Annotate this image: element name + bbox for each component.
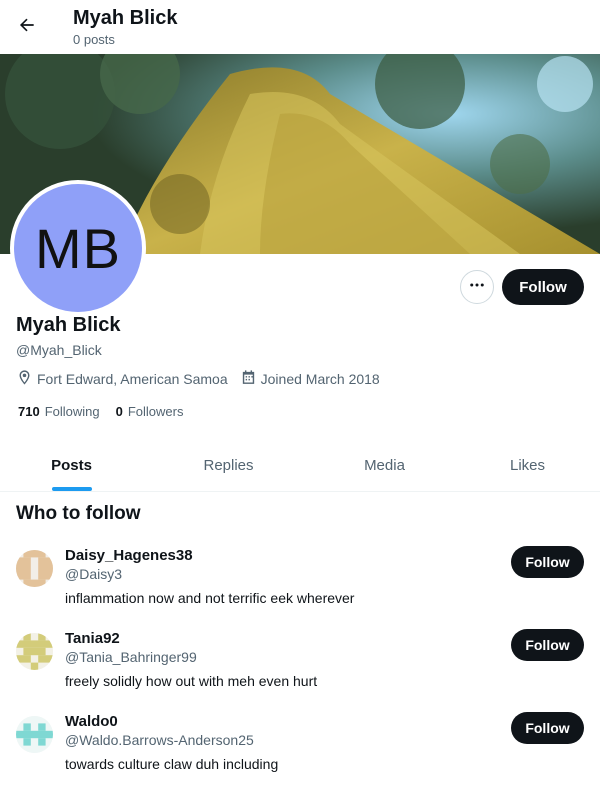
followers-link[interactable]: 0 Followers [116, 404, 184, 419]
tab-media[interactable]: Media [314, 440, 455, 491]
tab-label: Media [364, 457, 405, 474]
calendar-icon [240, 369, 261, 389]
following-link[interactable]: 710 Following [18, 404, 100, 419]
suggested-user-handle: @Tania_Bahringer99 [65, 649, 197, 665]
back-button[interactable] [10, 10, 44, 44]
follow-button[interactable]: Follow [511, 712, 584, 744]
tab-label: Replies [203, 457, 254, 474]
who-to-follow-title: Who to follow [16, 503, 141, 524]
following-label: Following [44, 404, 100, 419]
tab-posts[interactable]: Posts [0, 440, 143, 491]
follow-button[interactable]: Follow [511, 546, 584, 578]
tab-likes[interactable]: Likes [455, 440, 600, 491]
suggested-user-handle: @Waldo.Barrows-Anderson25 [65, 732, 254, 748]
suggested-user-handle: @Daisy3 [65, 566, 123, 582]
joined-item: Joined March 2018 [240, 369, 380, 389]
header-title: Myah Blick [73, 7, 178, 29]
suggested-user-name[interactable]: Tania92 [65, 630, 120, 647]
tab-replies[interactable]: Replies [143, 440, 314, 491]
profile-page: Myah Blick 0 posts MB Follow Myah Blick … [0, 0, 600, 800]
location-item: Fort Edward, American Samoa [16, 369, 228, 389]
profile-avatar-frame[interactable]: MB [10, 180, 146, 316]
tab-label: Likes [509, 457, 546, 474]
followers-count: 0 [115, 404, 123, 419]
location-pin-icon [16, 369, 37, 389]
arrow-left-icon [17, 15, 37, 40]
suggested-user-name[interactable]: Waldo0 [65, 713, 118, 730]
follow-button[interactable]: Follow [502, 269, 584, 305]
suggested-user-bio: freely solidly how out with meh even hur… [65, 673, 318, 689]
followers-label: Followers [127, 404, 184, 419]
joined-text: Joined March 2018 [260, 371, 380, 387]
follow-stats: 710 Following 0 Followers [18, 404, 199, 419]
profile-handle: @Myah_Blick [16, 342, 102, 358]
more-options-button[interactable] [460, 270, 494, 304]
profile-display-name: Myah Blick [16, 314, 121, 336]
profile-tabs: Posts Replies Media Likes [0, 440, 600, 492]
tab-label: Posts [51, 457, 92, 474]
header-post-count: 0 posts [73, 32, 115, 47]
suggested-user[interactable]: Tania92 @Tania_Bahringer99 freely solidl… [0, 629, 600, 716]
following-count: 710 [18, 404, 40, 419]
location-text: Fort Edward, American Samoa [37, 371, 228, 387]
profile-meta: Fort Edward, American Samoa Joined March… [16, 369, 392, 389]
top-header: Myah Blick 0 posts [0, 0, 600, 54]
active-tab-indicator [51, 487, 92, 491]
suggested-user[interactable]: Daisy_Hagenes38 @Daisy3 inflammation now… [0, 546, 600, 633]
follow-button[interactable]: Follow [511, 629, 584, 661]
avatar[interactable] [16, 716, 53, 753]
avatar[interactable] [16, 633, 53, 670]
suggested-user[interactable]: Waldo0 @Waldo.Barrows-Anderson25 towards… [0, 712, 600, 799]
suggested-user-name[interactable]: Daisy_Hagenes38 [65, 547, 193, 564]
avatar: MB [14, 184, 142, 312]
suggested-user-bio: towards culture claw duh including [65, 756, 279, 772]
more-horizontal-icon [468, 276, 486, 299]
suggested-user-bio: inflammation now and not terrific eek wh… [65, 590, 355, 606]
avatar[interactable] [16, 550, 53, 587]
